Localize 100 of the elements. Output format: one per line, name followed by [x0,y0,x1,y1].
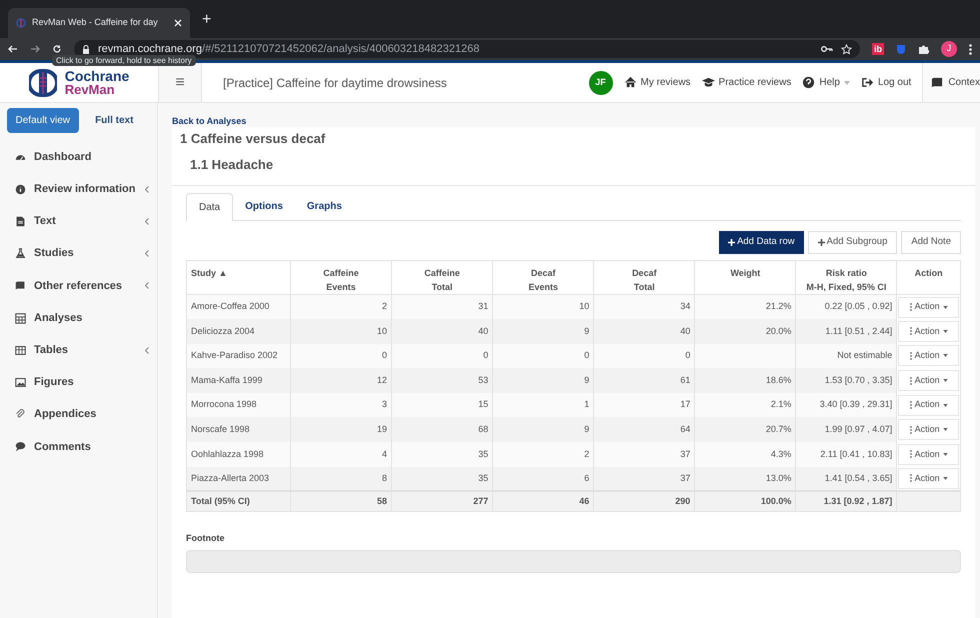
logo-subtext: RevMan [64,82,116,96]
table-cell: Total (95% CI) [186,491,290,512]
tab-title: RevMan Web - Caffeine for day [32,16,159,30]
action-button[interactable]: Action [898,296,959,318]
review-title: [Practice] Caffeine for daytime drowsiness [222,74,448,92]
action-button[interactable]: Action [898,468,959,489]
kebab-icon [910,426,912,434]
home-icon [624,76,637,89]
more-icon[interactable] [969,44,972,54]
caret-icon [942,354,948,358]
caret-icon [942,306,948,309]
logo-text: Cochrane [64,68,130,82]
sidebar-item[interactable]: Dashboard [0,141,157,174]
column-header[interactable]: Study ▲ [186,260,290,294]
caret-icon [942,476,948,480]
footnote-label: Footnote [186,532,226,545]
toolbar-button[interactable]: Add Data row [719,231,804,254]
sidebar-item[interactable]: Other references [0,270,157,302]
plus-icon [818,239,825,246]
logo-icon [28,68,57,96]
comment-icon [15,441,26,452]
sidebar-item[interactable]: Appendices [0,398,157,431]
caret-icon [844,80,850,84]
image-icon [15,376,26,388]
kebab-icon [910,450,912,458]
header-link[interactable]: Contex [922,63,980,102]
paperclip-icon [15,409,26,420]
caret-icon [942,428,948,432]
comparison-title: 1 Caffeine versus decaf [179,130,326,148]
footnote-field[interactable] [186,550,961,574]
table-cell: 58 [290,491,392,512]
chevron-left-icon [145,186,149,193]
reload-icon[interactable] [52,44,62,54]
tab[interactable]: Graphs [294,193,354,220]
key-icon[interactable] [821,45,833,53]
user-avatar[interactable]: JF [588,70,613,94]
caret-icon [942,404,948,407]
caret-icon [942,452,948,456]
action-button[interactable]: Action [898,394,959,416]
action-button[interactable]: Action [898,320,959,342]
help-icon [802,76,816,89]
table-cell: 46 [492,491,594,512]
logout-icon [860,76,874,89]
action-button[interactable]: Action [898,345,959,366]
action-button[interactable]: Action [898,370,959,392]
kebab-icon [910,474,912,482]
calculator-icon [15,312,26,324]
sidebar-item[interactable]: Studies [0,238,157,270]
caret-icon [942,379,948,382]
sidebar-item[interactable]: Review information [0,173,157,206]
plus-icon [728,239,736,246]
action-button[interactable]: Action [898,444,959,465]
kebab-icon [910,401,912,410]
toolbar-button[interactable]: Add Note [901,231,961,254]
chevron-left-icon [145,250,149,258]
back-link[interactable]: Back to Analyses [172,115,246,127]
lock-icon [82,44,90,54]
header-link[interactable]: Help [802,63,850,102]
extension-button[interactable]: ib [872,43,884,55]
sidebar-item[interactable]: Figures [0,366,157,398]
url-text: revman.cochrane.org/#/521121070721452062/analysis/400603218482321268 [98,42,480,57]
chevron-left-icon [145,218,149,225]
chevron-left-icon [145,346,149,354]
address-bar[interactable]: revman.cochrane.org/#/521121070721452062/analysis/400603218482321268 [74,40,860,58]
header-link[interactable]: My reviews [624,63,691,102]
close-icon[interactable] [174,19,182,27]
flask-icon [15,248,26,260]
sidebar-item[interactable]: Comments [0,430,157,463]
header-link[interactable]: Practice reviews [702,63,792,102]
back-icon[interactable] [8,44,18,54]
toolbar-button[interactable]: Add Subgroup [808,231,898,254]
new-tab-button[interactable]: + [202,8,212,32]
tab[interactable]: Options [233,193,295,220]
kebab-icon [910,376,912,385]
browser-tab[interactable]: RevMan Web - Caffeine for day [8,8,190,38]
outcome-title: 1.1 Headache [172,148,975,186]
header-link[interactable]: Log out [860,63,912,102]
star-icon[interactable] [841,44,852,54]
kebab-icon [910,352,912,360]
action-button[interactable]: Action [898,419,959,440]
sidebar-item[interactable]: Analyses [0,302,157,334]
caret-icon [942,330,948,333]
tab[interactable]: Data [186,193,234,221]
profile-avatar[interactable]: J [941,41,957,57]
chevron-left-icon [145,282,149,290]
tooltip: Click to go forward, hold to see history [52,55,196,66]
view-toggle-tab[interactable]: Full text [78,108,150,133]
table-cell: 1.31 [0.92 , 1.87] [796,491,897,512]
graduation-cap-icon [702,76,715,89]
view-toggle-tab[interactable]: Default view [7,108,78,133]
tab-favicon-icon [16,18,26,28]
table-cell: 277 [392,491,493,512]
table-cell: 100.0% [694,491,796,512]
info-icon [15,184,26,195]
sidebar-item[interactable]: Tables [0,334,157,366]
table-icon [15,344,26,356]
sidebar-item[interactable]: Text [0,205,157,238]
kebab-icon [910,327,912,336]
document-icon [15,216,26,227]
forward-icon[interactable] [30,44,40,54]
